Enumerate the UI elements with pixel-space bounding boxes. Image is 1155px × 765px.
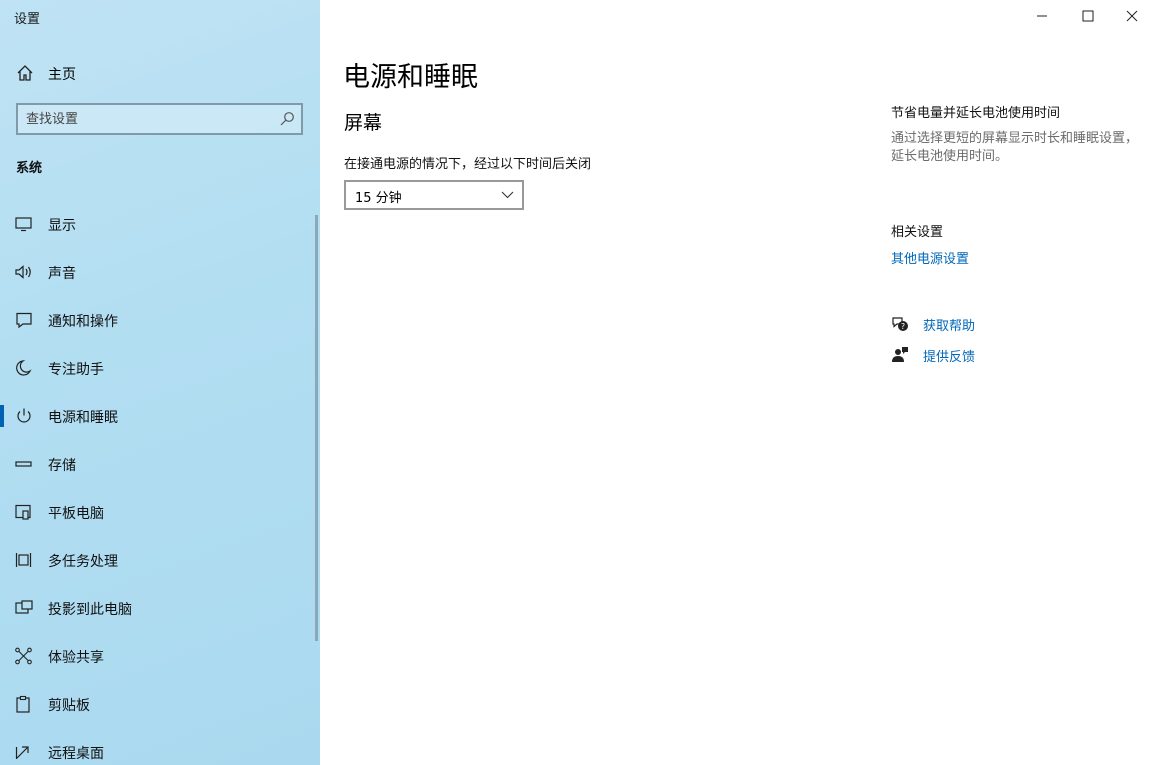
sidebar-item-display[interactable]: 显示 — [0, 202, 312, 246]
sidebar-item-label: 存储 — [48, 458, 76, 474]
remote-desktop-icon — [15, 746, 29, 759]
sidebar-item-sound[interactable]: 声音 — [0, 250, 312, 294]
search-icon[interactable] — [279, 111, 295, 127]
section-title-system: 系统 — [16, 161, 43, 176]
sidebar-item-focus-assist[interactable]: 专注助手 — [0, 346, 312, 390]
minimize-button[interactable] — [1019, 0, 1065, 32]
notification-icon — [16, 312, 32, 329]
battery-description: 通过选择更短的屏幕显示时长和睡眠设置，延长电池使用时间。 — [891, 131, 1139, 164]
battery-heading: 节省电量并延长电池使用时间 — [891, 106, 1061, 121]
sidebar-home-label: 主页 — [48, 67, 76, 83]
chevron-down-icon — [501, 191, 514, 199]
feedback-icon — [892, 347, 908, 362]
sidebar-item-label: 远程桌面 — [48, 746, 104, 762]
page-title: 电源和睡眠 — [343, 62, 478, 93]
help-icon: ? — [892, 317, 908, 331]
close-icon — [1126, 10, 1138, 22]
app-title: 设置 — [14, 12, 41, 27]
sidebar-item-label: 通知和操作 — [48, 314, 118, 330]
maximize-button[interactable] — [1065, 0, 1111, 32]
sidebar-item-label: 投影到此电脑 — [48, 602, 132, 618]
share-icon — [15, 647, 32, 665]
sidebar-item-label: 专注助手 — [48, 362, 104, 378]
sidebar: 设置 主页 系统 显示 声音 通知和操作 — [0, 0, 320, 765]
svg-text:?: ? — [901, 322, 905, 331]
home-icon — [17, 65, 33, 81]
screen-heading: 屏幕 — [344, 112, 383, 134]
clipboard-icon — [16, 695, 30, 713]
storage-icon — [15, 461, 32, 467]
plugged-in-label: 在接通电源的情况下，经过以下时间后关闭 — [344, 157, 592, 172]
tablet-icon — [15, 504, 31, 520]
search-box[interactable] — [16, 103, 303, 135]
moon-icon — [16, 360, 32, 376]
sidebar-item-label: 声音 — [48, 266, 76, 282]
sidebar-item-notifications[interactable]: 通知和操作 — [0, 298, 312, 342]
sidebar-item-label: 剪贴板 — [48, 698, 90, 714]
project-icon — [15, 600, 33, 614]
close-button[interactable] — [1109, 0, 1155, 32]
sidebar-scrollbar[interactable] — [315, 215, 318, 641]
sidebar-item-remote-desktop[interactable]: 远程桌面 — [0, 730, 312, 765]
sidebar-item-project[interactable]: 投影到此电脑 — [0, 586, 312, 630]
give-feedback-link[interactable]: 提供反馈 — [923, 346, 975, 365]
sidebar-item-label: 电源和睡眠 — [48, 410, 118, 426]
monitor-icon — [15, 217, 32, 232]
sidebar-item-storage[interactable]: 存储 — [0, 442, 312, 486]
screen-timeout-value: 15 分钟 — [355, 191, 402, 206]
maximize-icon — [1082, 10, 1094, 22]
sidebar-item-shared-experiences[interactable]: 体验共享 — [0, 634, 312, 678]
search-input[interactable] — [26, 109, 266, 129]
sidebar-item-label: 平板电脑 — [48, 506, 104, 522]
sidebar-item-tablet[interactable]: 平板电脑 — [0, 490, 312, 534]
speaker-icon — [15, 265, 31, 279]
get-help-link[interactable]: 获取帮助 — [923, 315, 975, 334]
sidebar-item-label: 多任务处理 — [48, 554, 118, 570]
sidebar-item-label: 体验共享 — [48, 650, 104, 666]
sidebar-home[interactable]: 主页 — [0, 56, 320, 90]
sidebar-item-power-sleep[interactable]: 电源和睡眠 — [0, 394, 312, 438]
screen-timeout-dropdown[interactable]: 15 分钟 — [344, 180, 524, 210]
additional-power-settings-link[interactable]: 其他电源设置 — [891, 248, 969, 267]
related-settings-heading: 相关设置 — [891, 225, 944, 240]
sidebar-item-multitasking[interactable]: 多任务处理 — [0, 538, 312, 582]
sidebar-item-label: 显示 — [48, 218, 76, 234]
power-icon — [17, 408, 31, 423]
sidebar-item-clipboard[interactable]: 剪贴板 — [0, 682, 312, 726]
minimize-icon — [1037, 15, 1047, 17]
multitask-icon — [15, 553, 32, 567]
